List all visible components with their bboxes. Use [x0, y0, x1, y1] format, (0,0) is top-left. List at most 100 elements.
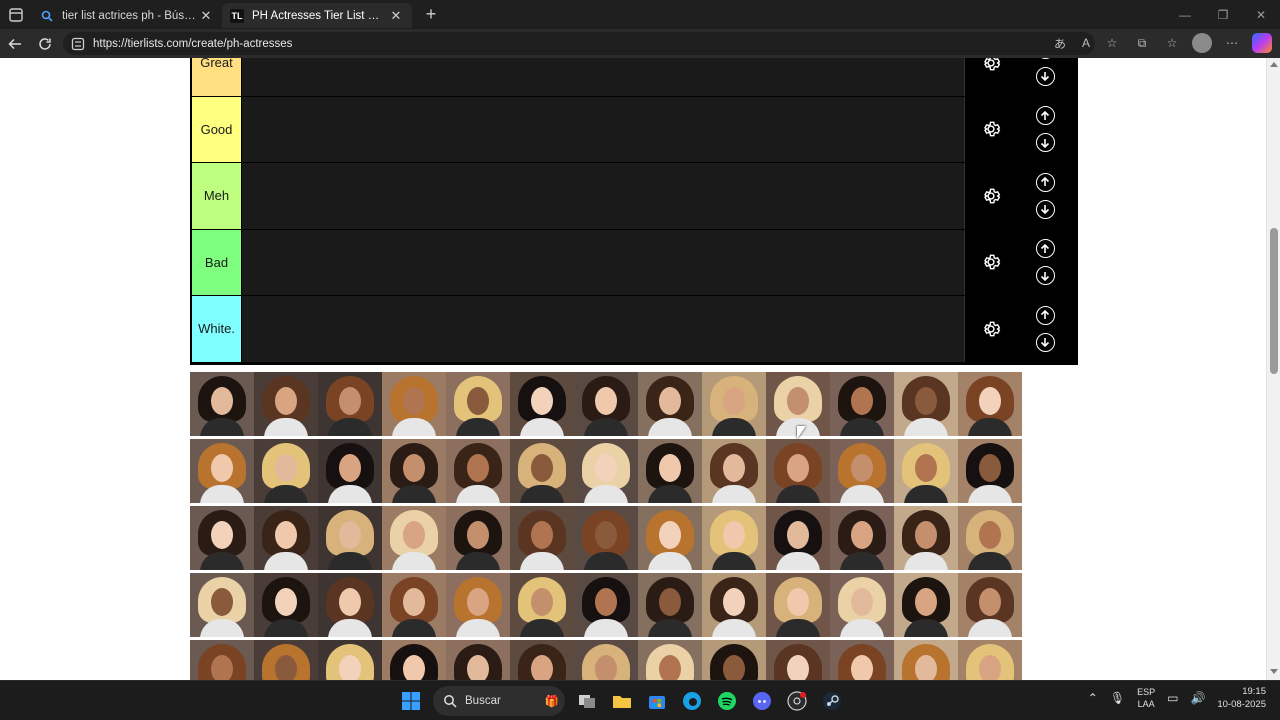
tier-item-image[interactable]	[766, 506, 830, 570]
tier-settings-button[interactable]	[965, 119, 1017, 139]
tier-item-image[interactable]	[446, 372, 510, 436]
tab-actions-button[interactable]	[0, 0, 32, 29]
steam-icon[interactable]	[819, 688, 845, 714]
extensions-icon[interactable]: ⧉	[1132, 33, 1152, 53]
tab-tierlist[interactable]: TL PH Actresses Tier List Maker - Ti ✕	[222, 3, 412, 28]
back-button[interactable]	[0, 29, 30, 58]
tier-item-image[interactable]	[958, 372, 1022, 436]
tier-item-image[interactable]	[894, 506, 958, 570]
tier-item-image[interactable]	[574, 439, 638, 503]
close-tab-icon[interactable]: ✕	[198, 8, 214, 24]
more-menu-icon[interactable]: ⋯	[1222, 33, 1242, 53]
tier-settings-button[interactable]	[965, 58, 1017, 73]
input-language[interactable]: ESP LAA	[1137, 686, 1155, 710]
tier-item-image[interactable]	[190, 439, 254, 503]
tier-item-image[interactable]	[830, 640, 894, 680]
tier-item-image[interactable]	[766, 640, 830, 680]
tier-drop-zone[interactable]	[242, 296, 964, 362]
profile-avatar[interactable]	[1192, 33, 1212, 53]
tier-item-image[interactable]	[382, 506, 446, 570]
microsoft-store-icon[interactable]	[644, 688, 670, 714]
volume-icon[interactable]: 🔊	[1190, 691, 1205, 705]
microphone-icon[interactable]: 🎙	[1110, 691, 1125, 705]
tier-item-image[interactable]	[382, 573, 446, 637]
tier-item-image[interactable]	[766, 439, 830, 503]
new-tab-button[interactable]: +	[418, 2, 444, 28]
tier-drop-zone[interactable]	[242, 96, 964, 162]
tier-item-image[interactable]	[958, 439, 1022, 503]
tier-item-image[interactable]	[574, 506, 638, 570]
tier-label[interactable]: Great	[192, 58, 242, 96]
favorite-star-icon[interactable]: ☆	[1102, 33, 1122, 53]
tier-item-image[interactable]	[254, 439, 318, 503]
tier-item-image[interactable]	[318, 372, 382, 436]
copilot-icon[interactable]	[1252, 33, 1272, 53]
tier-item-image[interactable]	[318, 573, 382, 637]
tier-item-image[interactable]	[318, 506, 382, 570]
tier-item-image[interactable]	[318, 439, 382, 503]
spotify-icon[interactable]	[714, 688, 740, 714]
discord-icon[interactable]	[749, 688, 775, 714]
tier-item-image[interactable]	[254, 640, 318, 680]
move-up-button[interactable]	[1035, 305, 1055, 325]
tier-label[interactable]: White.	[192, 296, 242, 362]
tier-settings-button[interactable]	[965, 319, 1017, 339]
minimize-icon[interactable]: —	[1166, 0, 1204, 29]
favorites-icon[interactable]: ☆	[1162, 33, 1182, 53]
tier-item-image[interactable]	[254, 506, 318, 570]
move-up-button[interactable]	[1035, 58, 1055, 59]
scrollbar-thumb[interactable]	[1270, 228, 1278, 374]
task-view-icon[interactable]	[574, 688, 600, 714]
refresh-button[interactable]	[30, 29, 60, 58]
tier-item-image[interactable]	[510, 439, 574, 503]
scroll-down-icon[interactable]	[1270, 669, 1278, 674]
tier-item-image[interactable]	[638, 372, 702, 436]
move-up-button[interactable]	[1035, 172, 1055, 192]
read-aloud-icon[interactable]: A	[1076, 33, 1096, 53]
tier-item-image[interactable]	[190, 372, 254, 436]
move-down-button[interactable]	[1035, 133, 1055, 153]
show-hidden-icons-icon[interactable]: ⌃	[1088, 691, 1098, 705]
move-up-button[interactable]	[1035, 239, 1055, 259]
tier-item-image[interactable]	[446, 439, 510, 503]
tier-settings-button[interactable]	[965, 186, 1017, 206]
tier-drop-zone[interactable]	[242, 163, 964, 229]
tier-item-image[interactable]	[702, 439, 766, 503]
tier-item-image[interactable]	[574, 372, 638, 436]
tier-item-image[interactable]	[702, 372, 766, 436]
tier-item-image[interactable]	[190, 573, 254, 637]
url-field[interactable]: https://tierlists.com/create/ph-actresse…	[63, 32, 1095, 55]
tier-item-image[interactable]	[510, 372, 574, 436]
move-down-button[interactable]	[1035, 332, 1055, 352]
tier-item-image[interactable]	[830, 573, 894, 637]
tier-item-image[interactable]	[894, 573, 958, 637]
tier-settings-button[interactable]	[965, 252, 1017, 272]
tier-label[interactable]: Meh	[192, 163, 242, 229]
network-icon[interactable]: ▭	[1167, 691, 1178, 705]
move-down-button[interactable]	[1035, 266, 1055, 286]
tier-item-image[interactable]	[510, 573, 574, 637]
tier-item-image[interactable]	[638, 439, 702, 503]
tier-item-image[interactable]	[382, 372, 446, 436]
translate-icon[interactable]: あ	[1050, 33, 1070, 53]
tier-item-image[interactable]	[510, 506, 574, 570]
scroll-up-icon[interactable]	[1270, 62, 1278, 67]
tier-item-image[interactable]	[574, 640, 638, 680]
tier-item-image[interactable]	[638, 573, 702, 637]
tier-item-image[interactable]	[190, 640, 254, 680]
tier-item-image[interactable]	[382, 439, 446, 503]
file-explorer-icon[interactable]	[609, 688, 635, 714]
tier-label[interactable]: Bad	[192, 229, 242, 295]
obs-studio-icon[interactable]	[784, 688, 810, 714]
tier-item-image[interactable]	[830, 439, 894, 503]
page-scrollbar[interactable]	[1266, 58, 1280, 680]
tier-item-image[interactable]	[766, 573, 830, 637]
tier-item-image[interactable]	[638, 640, 702, 680]
tier-item-image[interactable]	[894, 439, 958, 503]
tier-item-image[interactable]	[446, 640, 510, 680]
tier-item-image[interactable]	[894, 372, 958, 436]
tier-item-image[interactable]	[958, 640, 1022, 680]
tier-item-image[interactable]	[958, 573, 1022, 637]
clock[interactable]: 19:15 10-08-2025	[1217, 685, 1266, 711]
move-up-button[interactable]	[1035, 106, 1055, 126]
